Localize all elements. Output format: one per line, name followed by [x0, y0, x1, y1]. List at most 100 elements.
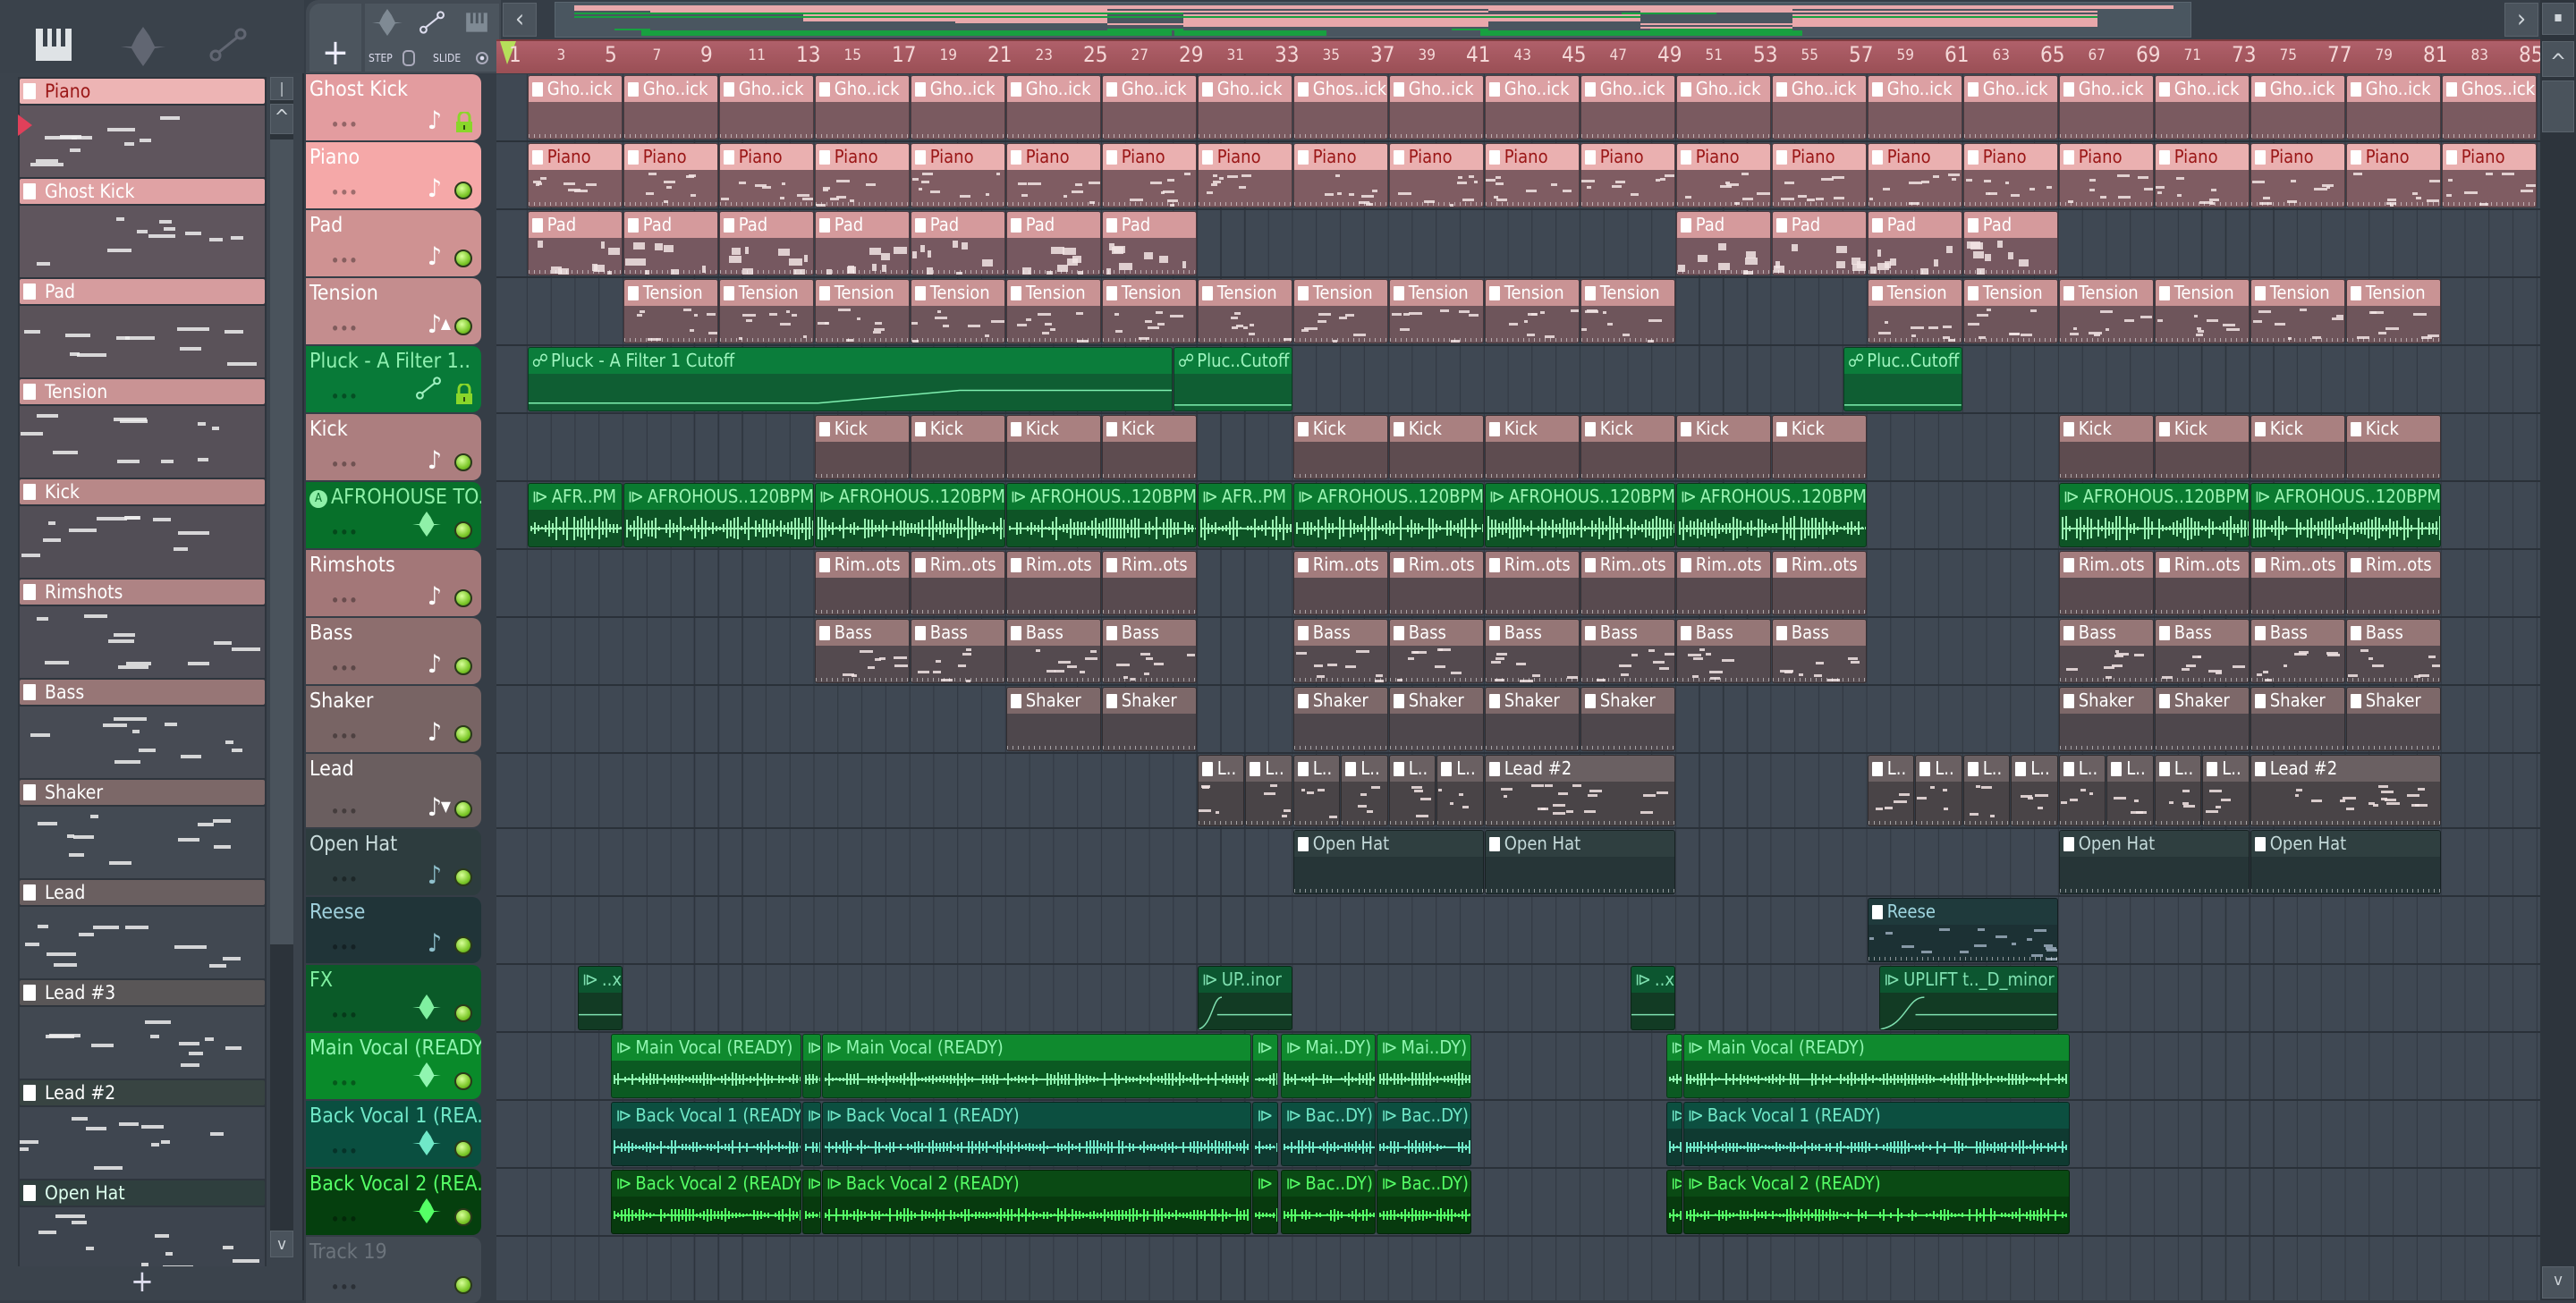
clip-header[interactable]: L.. [1389, 756, 1436, 782]
clip-header[interactable]: ⧐ Back Vocal 2 (READY) [1683, 1171, 2070, 1197]
track-menu-dots[interactable]: ••• [331, 116, 359, 133]
clip-header[interactable]: ☍ Pluck - A Filter 1 Cutoff [528, 348, 1172, 374]
clip-header[interactable]: Rim..ots [1293, 552, 1387, 578]
clip-header[interactable]: Tension [1102, 280, 1196, 306]
track-header[interactable]: Pluck - A Filter 1.. ••• [306, 346, 481, 412]
pattern-clip[interactable]: L.. [1436, 755, 1484, 826]
pattern-item[interactable]: Shaker [20, 780, 265, 878]
pattern-clip[interactable]: L.. [1197, 755, 1245, 826]
clip-header[interactable]: L.. [2155, 756, 2201, 782]
clip-header[interactable]: Kick [1676, 416, 1770, 442]
pattern-clip[interactable]: Gho..ick [2250, 75, 2345, 140]
track-menu-dots[interactable]: ••• [331, 524, 359, 541]
clip-header[interactable]: Shaker [1389, 688, 1483, 714]
track-menu-dots[interactable]: ••• [331, 456, 359, 473]
pattern-item[interactable]: Lead [20, 880, 265, 978]
track-mute-led[interactable] [454, 317, 472, 335]
clip-header[interactable]: Pad [1772, 212, 1866, 238]
pattern-clip[interactable]: Piano [1388, 143, 1484, 207]
pattern-clip[interactable]: Gho..ick [1962, 75, 2058, 140]
track-header[interactable]: Track 19 ••• [306, 1237, 481, 1303]
clip-header[interactable]: ☍ Pluc..Cutoff [1844, 348, 1962, 374]
audio-clip[interactable]: ⧐ [1252, 1102, 1278, 1166]
pattern-clip[interactable]: Rim..ots [1292, 551, 1388, 615]
track-name[interactable]: Pluck - A Filter 1.. [309, 350, 470, 373]
pattern-clip[interactable]: Piano [2154, 143, 2250, 207]
pattern-clip[interactable]: Ghos..ick [2441, 75, 2537, 140]
pattern-clip[interactable]: Bass [1580, 619, 1675, 683]
track-mute-led[interactable] [454, 182, 472, 199]
clip-header[interactable]: Open Hat [2250, 831, 2440, 857]
audio-clip[interactable]: ⧐ Bac..DY) [1377, 1170, 1472, 1234]
automation-tool-icon[interactable] [419, 9, 445, 36]
clip-header[interactable]: ⧐ Bac..DY) [1282, 1103, 1376, 1129]
pattern-clip[interactable]: Piano [1580, 143, 1675, 207]
pattern-clip[interactable]: Tension [1580, 279, 1675, 343]
clip-header[interactable]: Bass [911, 620, 1004, 646]
track-name[interactable]: Reese [309, 901, 365, 924]
clip-header[interactable]: ⧐ Bac..DY) [1282, 1171, 1376, 1197]
clip-header[interactable]: ⧐ Back Vocal 2 (READY) [612, 1171, 801, 1197]
track-name[interactable]: Open Hat [309, 833, 397, 856]
clip-header[interactable]: Ghos..ick [2442, 76, 2536, 102]
pattern-clip[interactable]: Pad [527, 211, 623, 275]
track-name[interactable]: Back Vocal 1 (REA.. [309, 1104, 481, 1128]
pattern-clip[interactable]: Bass [1771, 619, 1867, 683]
clip-header[interactable]: Piano [1963, 144, 2057, 170]
pattern-clip[interactable]: Lead #2 [1484, 755, 1675, 826]
track-name[interactable]: Back Vocal 2 (REA.. [309, 1172, 481, 1196]
pattern-clip[interactable]: Pad [910, 211, 1005, 275]
clip-header[interactable]: Piano [1198, 144, 1292, 170]
clip-header[interactable]: Shaker [2059, 688, 2153, 714]
audio-clip[interactable]: ⧐ ..x [1630, 966, 1675, 1030]
pattern-item[interactable]: Rimshots [20, 580, 265, 678]
pattern-clip[interactable]: Tension [2058, 279, 2154, 343]
audio-clip[interactable]: ⧐ Bac..DY) [1281, 1102, 1377, 1166]
track-header[interactable]: Back Vocal 2 (REA.. ••• [306, 1169, 481, 1235]
clip-header[interactable]: Tension [1868, 280, 1962, 306]
pattern-clip[interactable]: Kick [1675, 415, 1771, 479]
clip-header[interactable]: Pad [1102, 212, 1196, 238]
clip-header[interactable]: ⧐ Back Vocal 1 (READY) [612, 1103, 801, 1129]
clip-header[interactable]: Gho..ick [2059, 76, 2153, 102]
pattern-clip[interactable]: Piano [2441, 143, 2537, 207]
pattern-clip[interactable]: L.. [2106, 755, 2154, 826]
track-header[interactable]: Lead ••• ♪ ▼ [306, 754, 481, 827]
pattern-item[interactable]: Bass [20, 680, 265, 778]
clip-header[interactable]: Tension [1293, 280, 1387, 306]
pattern-clip[interactable]: L.. [1915, 755, 1962, 826]
clip-header[interactable]: L.. [1868, 756, 1914, 782]
clip-header[interactable]: Rim..ots [2059, 552, 2153, 578]
pattern-item[interactable]: Piano [20, 79, 265, 177]
track-name[interactable]: Ghost Kick [309, 78, 408, 101]
pattern-clip[interactable]: Open Hat [2250, 830, 2441, 894]
clip-header[interactable]: Kick [1293, 416, 1387, 442]
audio-clip[interactable]: ⧐ ..x [577, 966, 623, 1030]
pattern-clip[interactable]: Piano [1962, 143, 2058, 207]
track-mute-led[interactable] [454, 725, 472, 743]
clip-header[interactable]: Pad [911, 212, 1004, 238]
clip-header[interactable]: Pad [528, 212, 622, 238]
pattern-clip[interactable]: Tension [814, 279, 910, 343]
clip-header[interactable]: Gho..ick [911, 76, 1004, 102]
pattern-clip[interactable]: Kick [2345, 415, 2441, 479]
clip-header[interactable]: Kick [911, 416, 1004, 442]
clip-header[interactable]: Rim..ots [1389, 552, 1483, 578]
track-name[interactable]: Track 19 [309, 1240, 387, 1264]
track-mute-led[interactable] [454, 800, 472, 818]
clip-header[interactable]: Bass [2346, 620, 2440, 646]
track-menu-dots[interactable]: ••• [331, 252, 359, 269]
pattern-clip[interactable]: Tension [718, 279, 814, 343]
clip-header[interactable]: Bass [2250, 620, 2344, 646]
clip-header[interactable]: Piano [1580, 144, 1674, 170]
track-header[interactable]: Bass ••• ♪ [306, 618, 481, 684]
pattern-clip[interactable]: Gho..ick [527, 75, 623, 140]
pattern-clip[interactable]: Rim..ots [814, 551, 910, 615]
pattern-clip[interactable]: L.. [1245, 755, 1292, 826]
clip-header[interactable]: ⧐ AFROHOUS..120BPM [1676, 484, 1866, 510]
pattern-clip[interactable]: Tension [910, 279, 1005, 343]
clip-header[interactable]: ⧐ Mai..DY) [1377, 1035, 1471, 1061]
pattern-list-handle[interactable]: | [270, 77, 293, 100]
clip-header[interactable]: Gho..ick [1198, 76, 1292, 102]
pattern-clip[interactable]: Piano [1771, 143, 1867, 207]
